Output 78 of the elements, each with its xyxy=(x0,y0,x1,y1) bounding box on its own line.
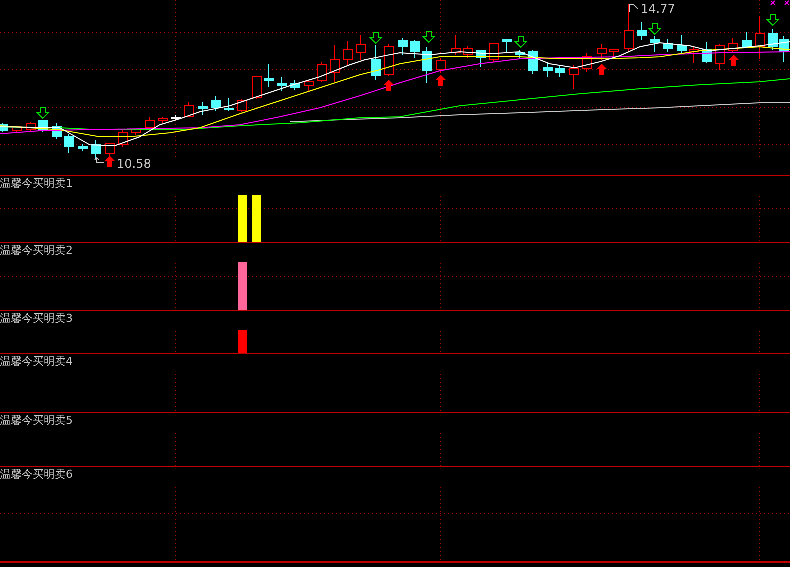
candlestick xyxy=(515,50,525,58)
down-arrow-icon xyxy=(422,32,436,44)
candlestick xyxy=(52,122,62,140)
up-arrow-icon xyxy=(436,75,446,86)
high-marker-icon xyxy=(630,4,638,12)
candlestick xyxy=(330,44,340,82)
candlestick xyxy=(224,98,234,112)
candlestick xyxy=(582,52,592,72)
candlestick xyxy=(26,122,36,132)
down-arrow-icon xyxy=(36,108,50,120)
candlestick xyxy=(91,140,101,160)
candlestick xyxy=(145,116,155,130)
candlestick xyxy=(356,34,366,60)
candlestick xyxy=(779,36,789,62)
low-price-label: 10.58 xyxy=(117,157,152,171)
candlestick xyxy=(198,102,208,116)
candlestick xyxy=(637,22,647,40)
candlestick xyxy=(398,38,408,56)
candlestick xyxy=(755,16,765,60)
candlestick xyxy=(650,36,660,52)
candlestick xyxy=(343,40,353,66)
candlestick xyxy=(436,58,446,74)
indicator-title: 温馨今买明卖1 xyxy=(0,177,73,190)
candlestick xyxy=(277,76,287,92)
candlestick xyxy=(184,102,194,118)
candlestick xyxy=(237,98,247,112)
candlestick xyxy=(105,142,115,158)
candlestick xyxy=(702,42,712,64)
up-arrow-icon xyxy=(105,156,115,167)
high-price-label: 14.77 xyxy=(641,2,676,16)
candlestick xyxy=(12,126,22,134)
candlestick xyxy=(463,46,473,58)
down-arrow-icon xyxy=(648,24,662,36)
candlestick xyxy=(171,114,181,120)
candlestick xyxy=(131,128,141,136)
candlestick xyxy=(715,44,725,70)
candlestick xyxy=(528,50,538,74)
candlestick xyxy=(677,34,687,54)
candlestick xyxy=(476,50,486,68)
candlestick xyxy=(768,28,778,50)
candlestick xyxy=(252,76,262,100)
candlestick xyxy=(624,4,634,52)
candlestick xyxy=(663,38,673,52)
candlestick xyxy=(304,80,314,92)
candlestick xyxy=(158,116,168,124)
indicator-title: 温馨今买明卖3 xyxy=(0,312,73,325)
candlestick xyxy=(502,40,512,52)
candlestick xyxy=(609,50,619,58)
candlestick xyxy=(569,64,579,90)
indicator-title: 温馨今买明卖6 xyxy=(0,468,73,481)
candlestick xyxy=(211,96,221,112)
up-arrow-icon xyxy=(597,64,607,75)
candlestick xyxy=(290,80,300,90)
candlestick xyxy=(264,64,274,88)
candlestick xyxy=(64,134,74,154)
candlestick xyxy=(742,32,752,48)
candlestick xyxy=(543,62,553,78)
candlestick xyxy=(410,40,420,58)
down-arrow-icon xyxy=(369,32,383,44)
candlestick xyxy=(422,46,432,84)
candlestick xyxy=(317,62,327,82)
candlestick xyxy=(78,144,88,152)
indicator-title: 温馨今买明卖2 xyxy=(0,244,73,257)
up-arrow-icon xyxy=(729,55,739,66)
candlestick xyxy=(371,44,381,80)
cross-mark-icon xyxy=(770,0,790,6)
candlestick xyxy=(728,38,738,54)
indicator-title: 温馨今买明卖4 xyxy=(0,355,73,368)
candlestick xyxy=(597,44,607,60)
candlestick xyxy=(451,34,461,56)
candlestick xyxy=(555,66,565,78)
down-arrow-icon xyxy=(514,36,528,48)
down-arrow-icon xyxy=(766,14,780,26)
candlestick xyxy=(689,46,699,64)
up-arrow-icon xyxy=(384,80,394,91)
indicator-title: 温馨今买明卖5 xyxy=(0,414,73,427)
candlestick xyxy=(384,44,394,76)
low-marker-icon xyxy=(94,157,104,164)
